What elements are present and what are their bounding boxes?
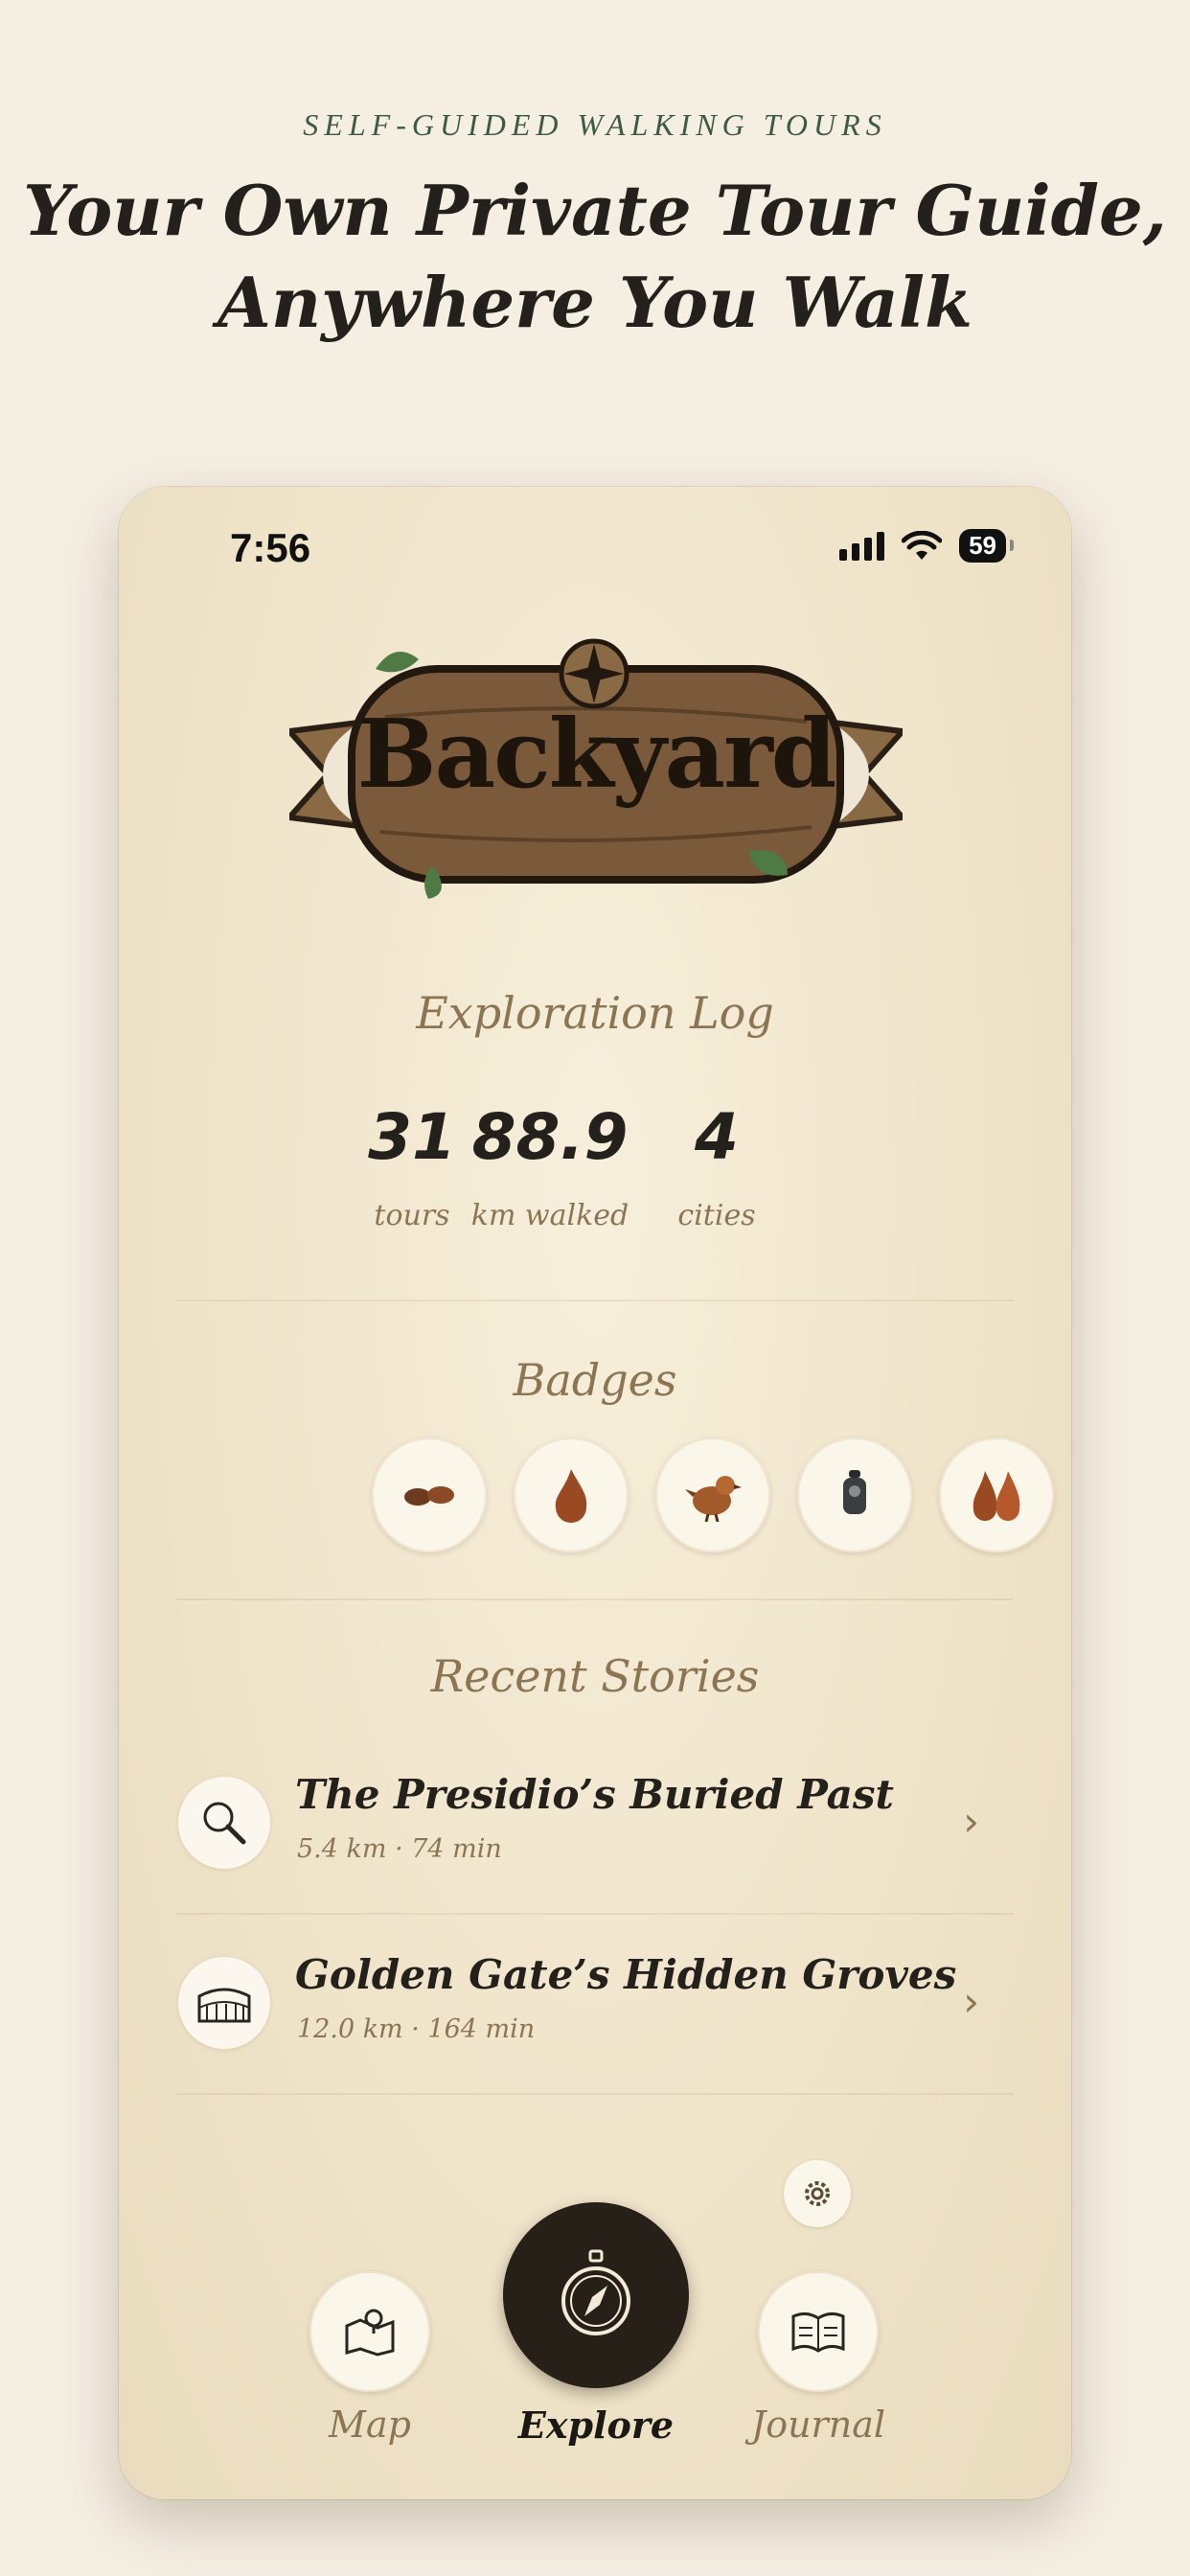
nav-map-label[interactable]: Map (264, 2404, 475, 2446)
status-icons: 59 (839, 529, 1014, 563)
badge-bird[interactable] (655, 1438, 770, 1552)
badge-sandals[interactable] (372, 1438, 487, 1552)
stat-value: 88.9 (471, 1100, 629, 1174)
recent-stories-title: Recent Stories (430, 1650, 760, 1702)
story-thumbnail (178, 1777, 270, 1869)
badges-title: Badges (513, 1354, 677, 1406)
phone-screen: 7:56 59 Backyard Exploration Log 31 tour… (119, 487, 1071, 2499)
divider (176, 1913, 1014, 1915)
nav-journal-label[interactable]: Journal (713, 2404, 924, 2446)
chevron-right-icon: › (963, 1798, 979, 1845)
map-icon (345, 2309, 395, 2357)
story-thumbnail (178, 1957, 270, 2049)
story-item[interactable]: Golden Gate’s Hidden Groves 12.0 km · 16… (176, 1938, 1014, 2072)
battery-indicator: 59 (959, 529, 1014, 563)
promo-headline-line-2: Anywhere You Walk (217, 262, 973, 343)
story-meta: 5.4 km · 74 min (297, 1834, 502, 1864)
lantern-icon (843, 1470, 866, 1514)
nav-map-button[interactable] (309, 2271, 430, 2392)
badge-flame[interactable] (514, 1438, 629, 1552)
nav-explore-label[interactable]: Explore (491, 2404, 701, 2447)
logo-text: Backyard (356, 700, 837, 810)
stat-cities: 4 cities (630, 1100, 803, 1232)
settings-button[interactable] (784, 2160, 851, 2227)
colosseum-icon (197, 1988, 251, 2023)
promo-headline-line-1: Your Own Private Tour Guide, (23, 170, 1167, 251)
journal-icon (791, 2312, 845, 2353)
twin-flames-icon (973, 1471, 1020, 1521)
compass-icon (561, 2249, 630, 2335)
promo-headline: Your Own Private Tour Guide, Anywhere Yo… (0, 165, 1190, 349)
magnifier-icon (203, 1802, 246, 1845)
badge-twin-flames[interactable] (939, 1438, 1054, 1552)
stat-km-walked: 88.9 km walked (464, 1100, 636, 1232)
nav-explore-button[interactable] (503, 2202, 689, 2388)
story-meta: 12.0 km · 164 min (297, 2014, 536, 2044)
divider (176, 1300, 1014, 1301)
sandals-icon (404, 1486, 454, 1506)
badges-row (253, 1438, 1054, 1556)
exploration-log-title: Exploration Log (416, 987, 774, 1039)
story-item[interactable]: The Presidio’s Buried Past 5.4 km · 74 m… (176, 1758, 1014, 1892)
stat-value: 4 (695, 1100, 739, 1174)
badge-lantern[interactable] (797, 1438, 912, 1552)
divider (176, 1598, 1014, 1600)
story-title: The Presidio’s Buried Past (295, 1771, 894, 1818)
gear-icon (805, 2181, 830, 2206)
cellular-signal-icon (839, 531, 885, 561)
divider (176, 2093, 1014, 2095)
nav-journal-button[interactable] (758, 2271, 879, 2392)
chevron-right-icon: › (963, 1978, 979, 2025)
wifi-icon (902, 530, 943, 560)
bird-icon (685, 1476, 742, 1522)
promo-eyebrow: SELF-GUIDED WALKING TOURS (303, 107, 887, 142)
stat-label: cities (677, 1199, 756, 1232)
status-time: 7:56 (230, 525, 311, 570)
exploration-stats: 31 tours 88.9 km walked 4 cities (368, 1100, 952, 1244)
flame-drop-icon (555, 1469, 587, 1523)
stat-label: km walked (470, 1199, 629, 1232)
story-title: Golden Gate’s Hidden Groves (295, 1951, 957, 1998)
